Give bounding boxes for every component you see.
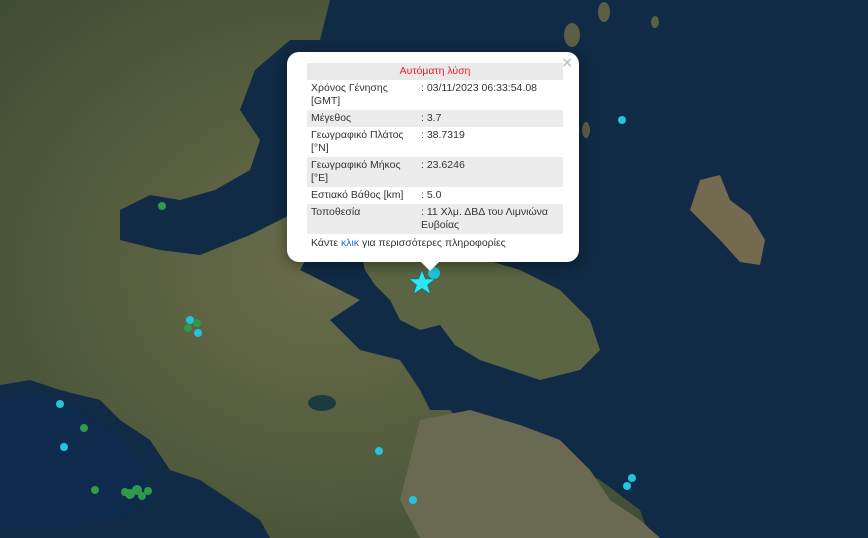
info-value: : 38.7319 bbox=[421, 129, 465, 141]
event-marker[interactable] bbox=[193, 319, 201, 327]
land-islet-4 bbox=[651, 16, 659, 28]
event-marker[interactable] bbox=[56, 400, 64, 408]
event-marker[interactable] bbox=[409, 496, 417, 504]
land-islet-2 bbox=[598, 2, 610, 22]
close-icon[interactable]: × bbox=[561, 55, 573, 71]
more-info-link[interactable]: κλικ bbox=[341, 237, 359, 249]
more-prefix: Κάντε bbox=[311, 237, 339, 249]
event-marker[interactable] bbox=[60, 443, 68, 451]
event-marker[interactable] bbox=[184, 324, 192, 332]
event-marker[interactable] bbox=[91, 486, 99, 494]
event-marker[interactable] bbox=[144, 487, 152, 495]
event-marker[interactable] bbox=[375, 447, 383, 455]
event-popup: × Αυτόματη λύση Χρόνος Γένησης [GMT] : 0… bbox=[287, 52, 579, 262]
event-marker[interactable] bbox=[80, 424, 88, 432]
info-value: : 5.0 bbox=[421, 189, 442, 201]
info-label: Τοποθεσία bbox=[307, 204, 417, 234]
event-marker[interactable] bbox=[618, 116, 626, 124]
info-row-location: Τοποθεσία : 11 Χλμ. ΔΒΔ του Λιμνιώνα Ευβ… bbox=[307, 204, 563, 234]
info-value: : 3.7 bbox=[417, 110, 563, 127]
event-marker[interactable] bbox=[158, 202, 166, 210]
event-marker[interactable] bbox=[121, 488, 129, 496]
info-value: : 03/11/2023 06:33:54.08 bbox=[421, 82, 537, 94]
event-marker[interactable] bbox=[194, 329, 202, 337]
info-label: Μέγεθος bbox=[307, 110, 417, 127]
info-value: : 11 Χλμ. ΔΒΔ του Λιμνιώνα Ευβοίας bbox=[417, 204, 563, 234]
info-row-origin-time: Χρόνος Γένησης [GMT] : 03/11/2023 06:33:… bbox=[307, 80, 563, 110]
event-marker[interactable] bbox=[623, 482, 631, 490]
info-row-depth: Εστιακό Βάθος [km] : 5.0 bbox=[307, 187, 563, 204]
more-suffix: για περισσότερες πληροφορίες bbox=[361, 237, 506, 249]
event-marker[interactable] bbox=[628, 474, 636, 482]
info-label: Χρόνος Γένησης [GMT] bbox=[311, 82, 388, 107]
popup-title: Αυτόματη λύση bbox=[307, 63, 563, 80]
info-label: Γεωγραφικό Πλάτος [°N] bbox=[311, 129, 404, 154]
info-row-latitude: Γεωγραφικό Πλάτος [°N] : 38.7319 bbox=[307, 127, 563, 157]
more-info-text: Κάντε κλικ για περισσότερες πληροφορίες bbox=[307, 237, 563, 249]
event-info-table: Αυτόματη λύση Χρόνος Γένησης [GMT] : 03/… bbox=[307, 63, 563, 234]
info-label: Εστιακό Βάθος [km] bbox=[311, 189, 404, 201]
popup-tip bbox=[420, 261, 440, 271]
lake bbox=[308, 395, 336, 411]
info-row-magnitude: Μέγεθος : 3.7 bbox=[307, 110, 563, 127]
event-marker[interactable] bbox=[186, 316, 194, 324]
info-value: : 23.6246 bbox=[417, 157, 563, 187]
info-label: Γεωγραφικό Μήκος [°E] bbox=[307, 157, 417, 187]
land-islet-3 bbox=[582, 122, 590, 138]
land-islet-1 bbox=[564, 23, 580, 47]
info-row-longitude: Γεωγραφικό Μήκος [°E] : 23.6246 bbox=[307, 157, 563, 187]
